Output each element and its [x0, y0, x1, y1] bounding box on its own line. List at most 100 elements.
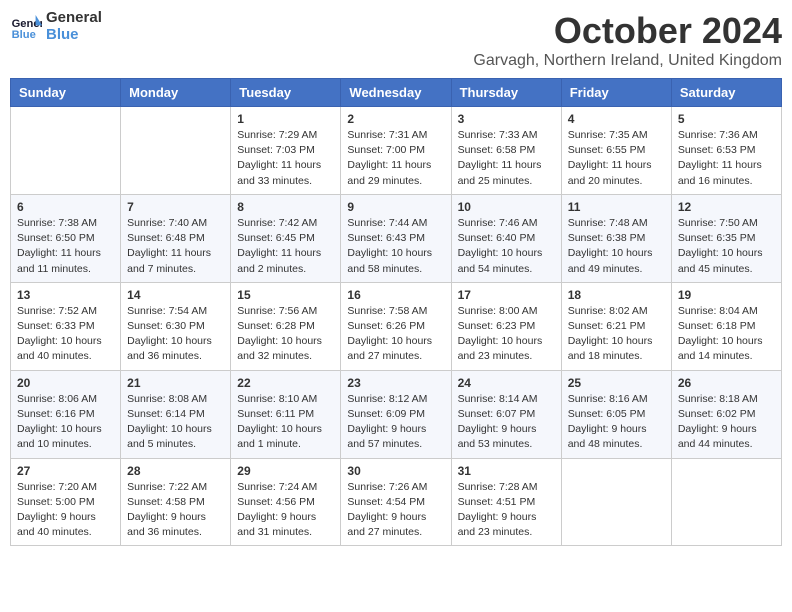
calendar-cell: 7 Sunrise: 7:40 AMSunset: 6:48 PMDaylight… — [121, 194, 231, 282]
calendar-cell: 12 Sunrise: 7:50 AMSunset: 6:35 PMDayligh… — [671, 194, 781, 282]
day-info: Sunrise: 8:10 AMSunset: 6:11 PMDaylight:… — [237, 392, 334, 453]
day-header-saturday: Saturday — [671, 79, 781, 107]
calendar-cell: 22 Sunrise: 8:10 AMSunset: 6:11 PMDayligh… — [231, 370, 341, 458]
day-number: 2 — [347, 112, 444, 126]
logo: General Blue General Blue — [10, 10, 102, 43]
calendar-cell: 21 Sunrise: 8:08 AMSunset: 6:14 PMDayligh… — [121, 370, 231, 458]
calendar-cell: 17Sunrise: 8:00 AMSunset: 6:23 PMDayligh… — [451, 282, 561, 370]
day-number: 22 — [237, 376, 334, 390]
day-number: 31 — [458, 464, 555, 478]
day-header-tuesday: Tuesday — [231, 79, 341, 107]
day-info: Sunrise: 8:14 AMSunset: 6:07 PMDaylight:… — [458, 392, 555, 453]
day-number: 19 — [678, 288, 775, 302]
calendar-cell: 15 Sunrise: 7:56 AMSunset: 6:28 PMDayligh… — [231, 282, 341, 370]
page-header: General Blue General Blue October 2024 G… — [10, 10, 782, 70]
day-number: 8 — [237, 200, 334, 214]
calendar-cell: 4 Sunrise: 7:35 AMSunset: 6:55 PMDaylight… — [561, 107, 671, 195]
calendar-cell: 16 Sunrise: 7:58 AMSunset: 6:26 PMDayligh… — [341, 282, 451, 370]
day-number: 12 — [678, 200, 775, 214]
calendar-cell — [121, 107, 231, 195]
day-number: 16 — [347, 288, 444, 302]
day-number: 5 — [678, 112, 775, 126]
day-header-monday: Monday — [121, 79, 231, 107]
day-info: Sunrise: 8:00 AMSunset: 6:23 PMDaylight:… — [458, 304, 555, 365]
day-number: 29 — [237, 464, 334, 478]
day-info: Sunrise: 7:48 AMSunset: 6:38 PMDaylight:… — [568, 216, 665, 277]
day-number: 7 — [127, 200, 224, 214]
day-header-wednesday: Wednesday — [341, 79, 451, 107]
day-info: Sunrise: 7:54 AMSunset: 6:30 PMDaylight:… — [127, 304, 224, 365]
day-number: 28 — [127, 464, 224, 478]
day-number: 1 — [237, 112, 334, 126]
day-header-thursday: Thursday — [451, 79, 561, 107]
day-info: Sunrise: 7:40 AMSunset: 6:48 PMDaylight:… — [127, 216, 224, 277]
calendar-cell: 19 Sunrise: 8:04 AMSunset: 6:18 PMDayligh… — [671, 282, 781, 370]
day-number: 10 — [458, 200, 555, 214]
calendar-cell: 8 Sunrise: 7:42 AMSunset: 6:45 PMDaylight… — [231, 194, 341, 282]
day-number: 14 — [127, 288, 224, 302]
day-info: Sunrise: 7:26 AMSunset: 4:54 PMDaylight:… — [347, 480, 444, 541]
day-info: Sunrise: 8:18 AMSunset: 6:02 PMDaylight:… — [678, 392, 775, 453]
calendar-table: SundayMondayTuesdayWednesdayThursdayFrid… — [10, 78, 782, 546]
calendar-week-row: 6 Sunrise: 7:38 AMSunset: 6:50 PMDaylight… — [11, 194, 782, 282]
calendar-cell: 28 Sunrise: 7:22 AMSunset: 4:58 PMDayligh… — [121, 458, 231, 546]
day-info: Sunrise: 7:58 AMSunset: 6:26 PMDaylight:… — [347, 304, 444, 365]
day-number: 26 — [678, 376, 775, 390]
day-info: Sunrise: 7:35 AMSunset: 6:55 PMDaylight:… — [568, 128, 665, 189]
day-info: Sunrise: 7:44 AMSunset: 6:43 PMDaylight:… — [347, 216, 444, 277]
calendar-cell: 9Sunrise: 7:44 AMSunset: 6:43 PMDaylight… — [341, 194, 451, 282]
calendar-cell: 31 Sunrise: 7:28 AMSunset: 4:51 PMDayligh… — [451, 458, 561, 546]
calendar-cell — [561, 458, 671, 546]
day-info: Sunrise: 7:46 AMSunset: 6:40 PMDaylight:… — [458, 216, 555, 277]
day-number: 4 — [568, 112, 665, 126]
calendar-week-row: 27 Sunrise: 7:20 AMSunset: 5:00 PMDayligh… — [11, 458, 782, 546]
month-title: October 2024 — [473, 10, 782, 52]
svg-text:Blue: Blue — [12, 29, 36, 41]
day-number: 27 — [17, 464, 114, 478]
day-number: 21 — [127, 376, 224, 390]
calendar-cell: 11 Sunrise: 7:48 AMSunset: 6:38 PMDayligh… — [561, 194, 671, 282]
day-number: 15 — [237, 288, 334, 302]
calendar-week-row: 1 Sunrise: 7:29 AMSunset: 7:03 PMDaylight… — [11, 107, 782, 195]
calendar-cell — [671, 458, 781, 546]
day-number: 23 — [347, 376, 444, 390]
day-number: 18 — [568, 288, 665, 302]
day-info: Sunrise: 7:29 AMSunset: 7:03 PMDaylight:… — [237, 128, 334, 189]
day-info: Sunrise: 7:22 AMSunset: 4:58 PMDaylight:… — [127, 480, 224, 541]
calendar-cell: 25Sunrise: 8:16 AMSunset: 6:05 PMDayligh… — [561, 370, 671, 458]
day-info: Sunrise: 7:50 AMSunset: 6:35 PMDaylight:… — [678, 216, 775, 277]
day-info: Sunrise: 7:52 AMSunset: 6:33 PMDaylight:… — [17, 304, 114, 365]
calendar-cell: 29 Sunrise: 7:24 AMSunset: 4:56 PMDayligh… — [231, 458, 341, 546]
day-number: 11 — [568, 200, 665, 214]
day-header-sunday: Sunday — [11, 79, 121, 107]
calendar-week-row: 20Sunrise: 8:06 AMSunset: 6:16 PMDayligh… — [11, 370, 782, 458]
calendar-cell: 24 Sunrise: 8:14 AMSunset: 6:07 PMDayligh… — [451, 370, 561, 458]
day-number: 13 — [17, 288, 114, 302]
day-info: Sunrise: 8:08 AMSunset: 6:14 PMDaylight:… — [127, 392, 224, 453]
day-info: Sunrise: 7:24 AMSunset: 4:56 PMDaylight:… — [237, 480, 334, 541]
day-number: 24 — [458, 376, 555, 390]
day-number: 30 — [347, 464, 444, 478]
calendar-cell: 26 Sunrise: 8:18 AMSunset: 6:02 PMDayligh… — [671, 370, 781, 458]
day-number: 25 — [568, 376, 665, 390]
day-info: Sunrise: 7:20 AMSunset: 5:00 PMDaylight:… — [17, 480, 114, 541]
day-info: Sunrise: 7:38 AMSunset: 6:50 PMDaylight:… — [17, 216, 114, 277]
day-info: Sunrise: 7:31 AMSunset: 7:00 PMDaylight:… — [347, 128, 444, 189]
day-info: Sunrise: 8:02 AMSunset: 6:21 PMDaylight:… — [568, 304, 665, 365]
day-number: 3 — [458, 112, 555, 126]
day-info: Sunrise: 7:33 AMSunset: 6:58 PMDaylight:… — [458, 128, 555, 189]
day-info: Sunrise: 7:42 AMSunset: 6:45 PMDaylight:… — [237, 216, 334, 277]
day-number: 6 — [17, 200, 114, 214]
day-info: Sunrise: 7:56 AMSunset: 6:28 PMDaylight:… — [237, 304, 334, 365]
day-info: Sunrise: 8:04 AMSunset: 6:18 PMDaylight:… — [678, 304, 775, 365]
day-info: Sunrise: 7:36 AMSunset: 6:53 PMDaylight:… — [678, 128, 775, 189]
calendar-cell: 5 Sunrise: 7:36 AMSunset: 6:53 PMDaylight… — [671, 107, 781, 195]
calendar-cell: 3 Sunrise: 7:33 AMSunset: 6:58 PMDaylight… — [451, 107, 561, 195]
day-info: Sunrise: 8:12 AMSunset: 6:09 PMDaylight:… — [347, 392, 444, 453]
day-info: Sunrise: 7:28 AMSunset: 4:51 PMDaylight:… — [458, 480, 555, 541]
title-section: October 2024 Garvagh, Northern Ireland, … — [473, 10, 782, 70]
calendar-cell: 10 Sunrise: 7:46 AMSunset: 6:40 PMDayligh… — [451, 194, 561, 282]
day-number: 20 — [17, 376, 114, 390]
calendar-cell: 27 Sunrise: 7:20 AMSunset: 5:00 PMDayligh… — [11, 458, 121, 546]
calendar-week-row: 13 Sunrise: 7:52 AMSunset: 6:33 PMDayligh… — [11, 282, 782, 370]
